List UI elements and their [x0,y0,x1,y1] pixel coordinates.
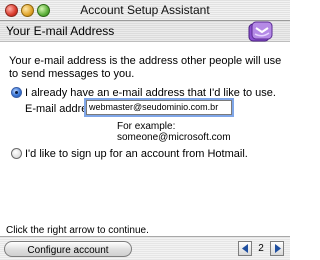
next-page-button[interactable] [270,241,284,256]
account-setup-window: Account Setup Assistant Your E-mail Addr… [0,0,290,260]
page-number: 2 [258,243,264,254]
configure-manually-button[interactable]: Configure account manually [4,241,132,257]
content-area: Your e-mail address is the address other… [0,42,290,236]
right-arrow-icon [275,244,281,253]
page-title: Your E-mail Address [6,24,115,38]
email-example-text: For example: someone@microsoft.com [117,121,231,143]
window-title: Account Setup Assistant [80,3,210,17]
existing-address-label[interactable]: I already have an e-mail address that I'… [25,87,276,99]
bottom-bar: Configure account manually 2 [0,236,290,260]
hotmail-signup-label[interactable]: I'd like to sign up for an account from … [25,148,248,160]
existing-address-radio[interactable] [11,87,22,98]
previous-page-button[interactable] [238,241,252,256]
title-bar[interactable]: Account Setup Assistant [0,0,290,21]
hotmail-signup-radio[interactable] [11,148,22,159]
email-address-input[interactable] [86,100,232,115]
continue-instruction: Click the right arrow to continue. [6,225,149,236]
intro-text: Your e-mail address is the address other… [9,55,282,80]
left-arrow-icon [242,244,248,253]
